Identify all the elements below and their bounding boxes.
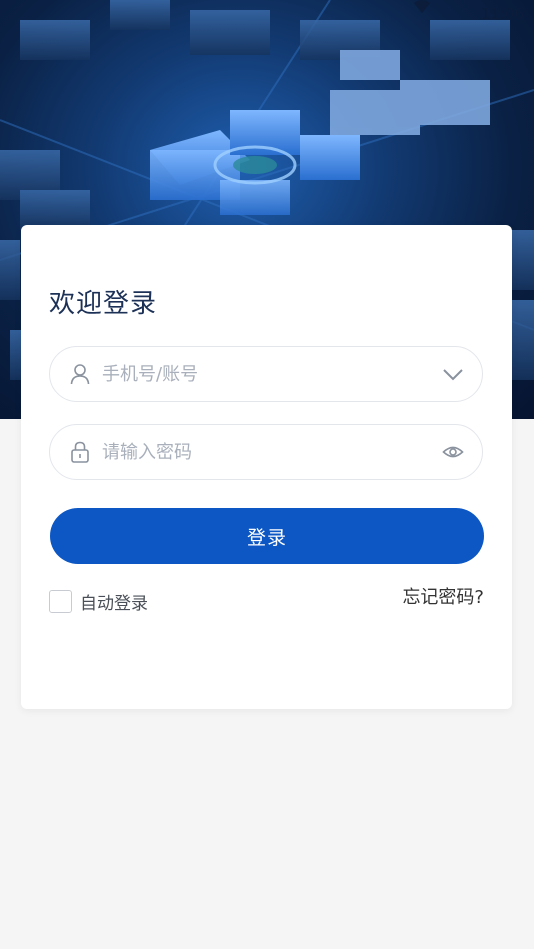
login-button[interactable]: 登录	[50, 508, 484, 564]
wifi-icon	[414, 0, 430, 13]
lock-icon	[71, 441, 89, 463]
auto-login-toggle[interactable]: 自动登录	[49, 589, 148, 614]
eye-icon[interactable]	[442, 441, 464, 463]
password-input[interactable]	[102, 425, 442, 479]
status-bar: 11:06	[414, 0, 534, 28]
account-field[interactable]	[49, 346, 483, 402]
account-input[interactable]	[102, 347, 442, 401]
password-field[interactable]	[49, 424, 483, 480]
login-card: 欢迎登录 登录 自动登录 忘记密码?	[21, 225, 512, 709]
page-title: 欢迎登录	[49, 289, 158, 319]
status-time: 11:06	[480, 5, 524, 23]
forgot-password-link[interactable]: 忘记密码?	[402, 583, 484, 609]
auto-login-label: 自动登录	[80, 594, 148, 614]
chevron-down-icon[interactable]	[442, 363, 464, 385]
auto-login-checkbox[interactable]	[49, 590, 72, 613]
user-icon	[70, 364, 90, 385]
